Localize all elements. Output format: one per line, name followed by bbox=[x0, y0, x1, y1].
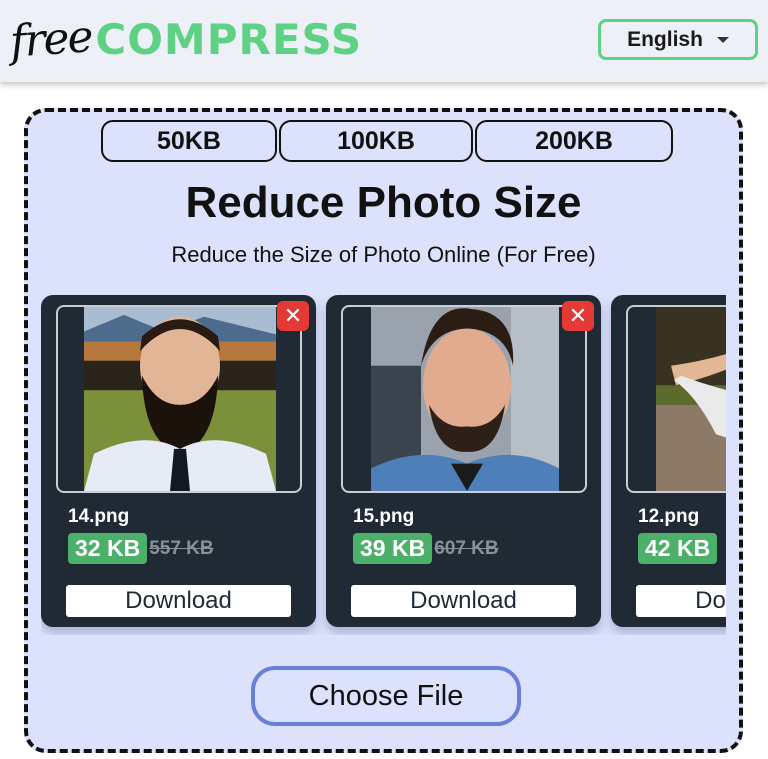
close-icon: ✕ bbox=[568, 303, 588, 328]
remove-file-button[interactable]: ✕ bbox=[562, 301, 594, 331]
file-sizes: 39 KB 607 KB bbox=[353, 533, 499, 564]
page-title: Reduce Photo Size bbox=[185, 178, 582, 227]
site-header: free COMPRESS English bbox=[0, 0, 768, 82]
file-name: 14.png bbox=[68, 506, 130, 527]
preset-100kb-button[interactable]: 100KB bbox=[279, 120, 473, 162]
file-card: ✕ 14.png 32 KB 557 KB Download bbox=[41, 295, 316, 627]
photo-smiling-man-denim bbox=[371, 307, 559, 491]
logo-compress-text: COMPRESS bbox=[95, 14, 363, 64]
logo[interactable]: free COMPRESS bbox=[8, 8, 363, 70]
language-select[interactable]: English bbox=[598, 19, 758, 60]
file-thumbnail bbox=[341, 305, 587, 493]
download-button[interactable]: Download bbox=[66, 585, 291, 617]
photo-bearded-man-tie bbox=[84, 307, 276, 491]
file-card: 12.png 42 KB Download bbox=[611, 295, 726, 627]
preset-200kb-button[interactable]: 200KB bbox=[475, 120, 673, 162]
download-button[interactable]: Download bbox=[636, 585, 726, 617]
file-card: ✕ 15.png 39 KB 607 KB Download bbox=[326, 295, 601, 627]
file-sizes: 42 KB bbox=[638, 533, 718, 564]
page-subtitle: Reduce the Size of Photo Online (For Fre… bbox=[171, 242, 596, 267]
remove-file-button[interactable]: ✕ bbox=[277, 301, 309, 331]
compressed-size-badge: 39 KB bbox=[353, 533, 433, 564]
compressed-size-badge: 32 KB bbox=[68, 533, 148, 564]
file-sizes: 32 KB 557 KB bbox=[68, 533, 214, 564]
original-size: 557 KB bbox=[149, 537, 214, 559]
file-thumbnail bbox=[56, 305, 302, 493]
size-preset-tabs: 50KB 100KB 200KB bbox=[101, 120, 673, 162]
file-name: 12.png bbox=[638, 506, 700, 527]
upload-panel: 50KB 100KB 200KB Reduce Photo Size Reduc… bbox=[24, 108, 743, 753]
file-thumbnail bbox=[626, 305, 726, 493]
preset-50kb-button[interactable]: 50KB bbox=[101, 120, 277, 162]
choose-file-button[interactable]: Choose File bbox=[251, 666, 521, 726]
original-size: 607 KB bbox=[434, 537, 499, 559]
photo-hand-road bbox=[656, 307, 726, 491]
close-icon: ✕ bbox=[283, 303, 303, 328]
file-cards-carousel: ✕ 14.png 32 KB 557 KB Download ✕ 15.png … bbox=[41, 295, 726, 635]
caret-down-icon bbox=[716, 36, 729, 43]
download-button[interactable]: Download bbox=[351, 585, 576, 617]
language-selected-label: English bbox=[627, 27, 703, 51]
logo-free-text: free bbox=[8, 10, 94, 68]
file-name: 15.png bbox=[353, 506, 415, 527]
compressed-size-badge: 42 KB bbox=[638, 533, 718, 564]
